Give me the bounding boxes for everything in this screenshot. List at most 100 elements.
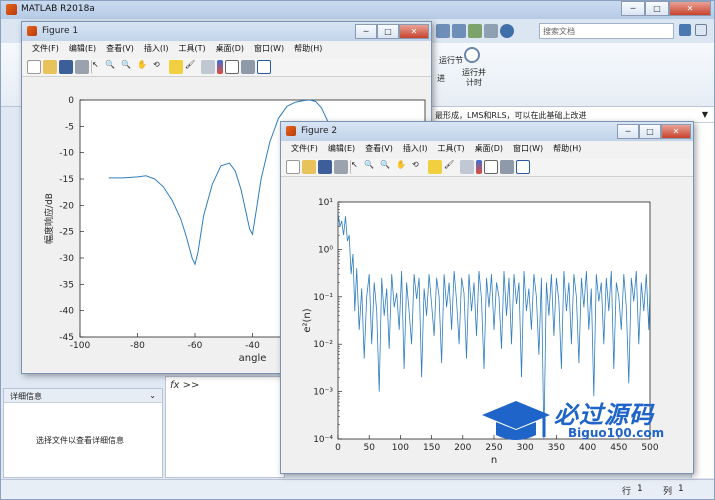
hide-plot-tools-icon[interactable] — [500, 160, 514, 174]
brush-icon[interactable]: 🖌 — [185, 60, 199, 74]
colorbar-icon[interactable] — [217, 60, 223, 74]
editor-area[interactable] — [691, 123, 714, 478]
details-message: 选择文件以查看详细信息 — [36, 436, 124, 445]
rotate-icon[interactable]: ⟲ — [153, 60, 167, 74]
print-icon[interactable] — [334, 160, 348, 174]
notification-icon[interactable] — [679, 24, 691, 36]
run-and-time-button-label[interactable]: 运行并计时 — [460, 68, 488, 88]
forward-icon[interactable] — [452, 24, 466, 38]
back-icon[interactable] — [436, 24, 450, 38]
figure1-maximize-button[interactable]: □ — [377, 24, 399, 39]
new-figure-icon[interactable] — [286, 160, 300, 174]
figure2-toolbar: ↖ 🔍 🔍 ✋ ⟲ 🖌 — [281, 158, 693, 177]
search-box[interactable]: 搜索文档 — [539, 23, 674, 39]
figure1-menu-view[interactable]: 查看(V) — [101, 42, 139, 55]
status-col-label: 列 — [663, 487, 673, 497]
pan-icon[interactable]: ✋ — [396, 160, 410, 174]
y-tick-label: 10⁻¹ — [313, 293, 333, 303]
refresh-icon[interactable] — [468, 24, 482, 38]
details-title: 详细信息 — [10, 392, 42, 401]
colorbar-icon[interactable] — [476, 160, 482, 174]
watermark: 必过源码 Biguo100.com — [478, 393, 684, 449]
matlab-maximize-button[interactable]: □ — [645, 1, 669, 16]
rotate-icon[interactable]: ⟲ — [412, 160, 426, 174]
legend-icon[interactable] — [225, 60, 239, 74]
status-col-value: 1 — [678, 484, 684, 494]
zoom-in-icon[interactable]: 🔍 — [105, 60, 119, 74]
editor-comment-line: 最形成，LMS和RLS，可以在此基础上改进 — [435, 111, 587, 120]
zoom-out-icon[interactable]: 🔍 — [380, 160, 394, 174]
figure2-menu-edit[interactable]: 编辑(E) — [323, 142, 360, 155]
x-tick-label: 200 — [454, 443, 471, 453]
y-tick-label: -35 — [59, 280, 74, 290]
edit-plot-icon[interactable]: ↖ — [350, 160, 362, 174]
figure2-menu-help[interactable]: 帮助(H) — [548, 142, 586, 155]
run-section-button-label[interactable]: 运行节 — [439, 55, 463, 66]
show-plot-tools-icon[interactable] — [516, 160, 530, 174]
y-tick-label: 0 — [68, 96, 74, 106]
figure2-minimize-button[interactable]: ─ — [617, 124, 639, 139]
figure1-menu-window[interactable]: 窗口(W) — [249, 42, 289, 55]
stopwatch-icon[interactable] — [464, 47, 480, 63]
figure1-menu-desktop[interactable]: 桌面(D) — [211, 42, 249, 55]
figure1-menu-file[interactable]: 文件(F) — [27, 42, 64, 55]
brush-icon[interactable]: 🖌 — [444, 160, 458, 174]
open-file-icon[interactable] — [43, 60, 57, 74]
y-tick-label: -15 — [59, 175, 74, 185]
figure1-close-button[interactable]: ✕ — [399, 24, 429, 39]
save-icon[interactable] — [318, 160, 332, 174]
figure2-title-bar: Figure 2 ─ □ ✕ — [281, 122, 693, 141]
figure1-menu-insert[interactable]: 插入(I) — [139, 42, 174, 55]
command-window[interactable]: fx >> — [165, 376, 285, 478]
data-cursor-icon[interactable] — [169, 60, 183, 74]
zoom-out-icon[interactable]: 🔍 — [121, 60, 135, 74]
y-tick-label: 10⁻⁴ — [313, 435, 333, 445]
zoom-in-icon[interactable]: 🔍 — [364, 160, 378, 174]
matlab-minimize-button[interactable]: ─ — [621, 1, 645, 16]
y-tick-label: -10 — [59, 149, 74, 159]
save-icon[interactable] — [59, 60, 73, 74]
data-cursor-icon[interactable] — [428, 160, 442, 174]
hide-plot-tools-icon[interactable] — [241, 60, 255, 74]
figure1-menu-tools[interactable]: 工具(T) — [173, 42, 210, 55]
figure2-menu-desktop[interactable]: 桌面(D) — [470, 142, 508, 155]
figure2-menu-insert[interactable]: 插入(I) — [398, 142, 433, 155]
figure2-menu-view[interactable]: 查看(V) — [360, 142, 398, 155]
legend-icon[interactable] — [484, 160, 498, 174]
x-tick-label: 50 — [363, 443, 375, 453]
details-header[interactable]: 详细信息 ⌄ — [4, 389, 162, 403]
open-file-icon[interactable] — [302, 160, 316, 174]
x-tick-label: 0 — [335, 443, 341, 453]
figure2-title: Figure 2 — [301, 126, 338, 136]
search-input[interactable]: 搜索文档 — [543, 26, 575, 37]
pan-icon[interactable]: ✋ — [137, 60, 151, 74]
figure1-minimize-button[interactable]: ─ — [355, 24, 377, 39]
figure1-menu-help[interactable]: 帮助(H) — [289, 42, 327, 55]
expand-ribbon-icon[interactable] — [695, 24, 707, 36]
watermark-url: Biguo100.com — [568, 426, 665, 440]
details-collapse-icon[interactable]: ⌄ — [149, 391, 156, 400]
x-tick-label: -40 — [245, 341, 260, 351]
figure2-menu-tools[interactable]: 工具(T) — [432, 142, 469, 155]
undo-icon[interactable] — [484, 24, 498, 38]
link-plot-icon[interactable] — [201, 60, 215, 74]
figure2-menu-file[interactable]: 文件(F) — [286, 142, 323, 155]
editor-dropdown-icon[interactable]: ▼ — [702, 110, 708, 119]
figure2-menu-window[interactable]: 窗口(W) — [508, 142, 548, 155]
figure1-menu-edit[interactable]: 编辑(E) — [64, 42, 101, 55]
help-icon[interactable] — [500, 24, 514, 38]
graduation-cap-icon — [482, 401, 550, 440]
link-plot-icon[interactable] — [460, 160, 474, 174]
edit-plot-icon[interactable]: ↖ — [91, 60, 103, 74]
x-axis-label: angle — [239, 353, 267, 364]
y-tick-label: -40 — [59, 307, 74, 317]
matlab-close-button[interactable]: ✕ — [669, 1, 711, 16]
print-icon[interactable] — [75, 60, 89, 74]
figure2-close-button[interactable]: ✕ — [661, 124, 691, 139]
figure1-title: Figure 1 — [42, 26, 79, 36]
figure2-logo-icon — [286, 126, 296, 136]
show-plot-tools-icon[interactable] — [257, 60, 271, 74]
run-section-sub-label: 进 — [437, 74, 445, 83]
figure2-maximize-button[interactable]: □ — [639, 124, 661, 139]
new-figure-icon[interactable] — [27, 60, 41, 74]
